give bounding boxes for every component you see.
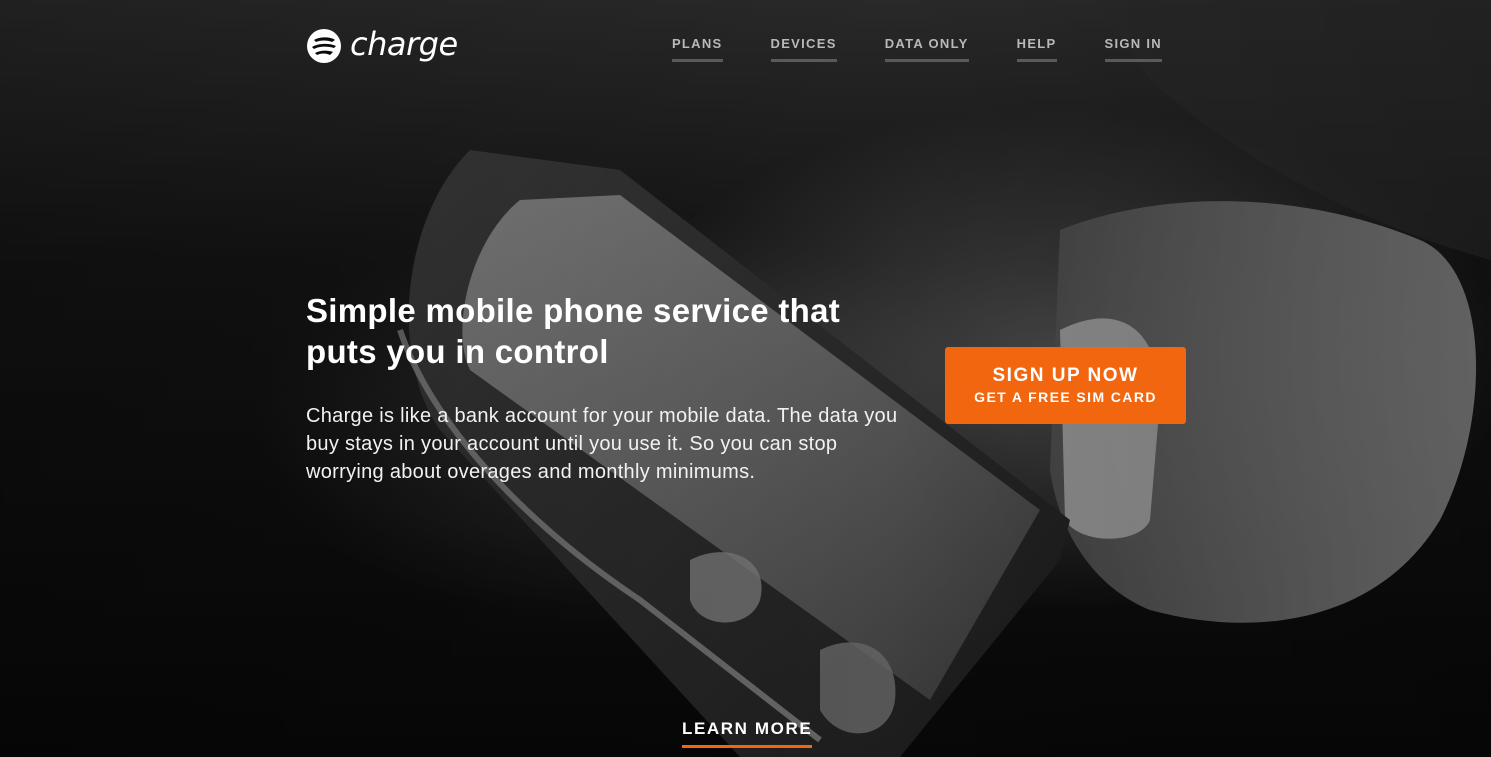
hero-headline: Simple mobile phone service that puts yo…	[306, 292, 841, 370]
charge-logo-icon	[307, 29, 341, 63]
nav-item-data-only[interactable]: DATA ONLY	[884, 36, 969, 62]
sign-up-button[interactable]: SIGN UP NOW GET A FREE SIM CARD	[945, 347, 1186, 424]
hero-section: charge PLANS DEVICES DATA ONLY HELP SIGN…	[0, 0, 1491, 757]
brand-name: charge	[350, 25, 458, 63]
nav-item-help[interactable]: HELP	[1016, 36, 1057, 62]
nav-item-plans[interactable]: PLANS	[671, 36, 723, 62]
learn-more-link[interactable]: LEARN MORE	[682, 719, 813, 748]
nav-item-sign-in[interactable]: SIGN IN	[1104, 36, 1162, 62]
free-sim-label: GET A FREE SIM CARD	[974, 388, 1157, 405]
charge-logo[interactable]: charge	[306, 28, 458, 64]
photo-overlay	[0, 0, 1491, 757]
nav-item-devices[interactable]: DEVICES	[770, 36, 837, 62]
sign-up-label: SIGN UP NOW	[992, 364, 1139, 386]
hero-description: Charge is like a bank account for your m…	[306, 405, 898, 483]
main-nav: PLANS DEVICES DATA ONLY HELP SIGN IN	[671, 36, 1162, 62]
